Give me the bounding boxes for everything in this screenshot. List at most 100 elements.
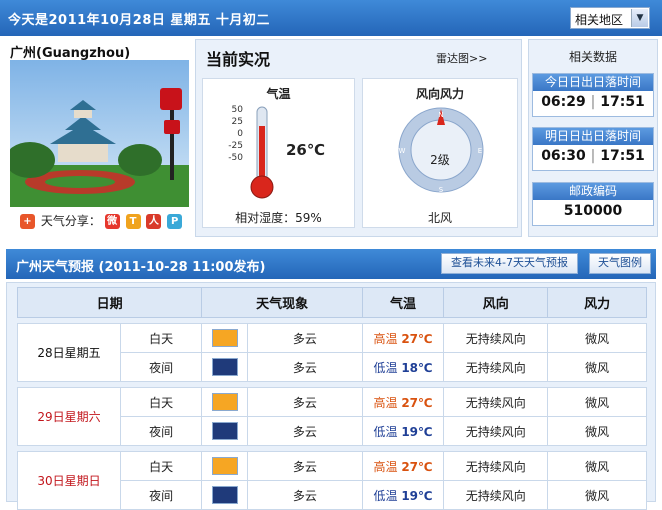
compass-n: N [438,111,443,119]
wind-dir: 无持续风向 [443,416,549,446]
wind-label: 风向风力 [415,87,464,101]
related-data-panel: 相关数据 今日日出日落时间 06:29 | 17:51 明日日出日落时间 06:… [528,39,658,237]
temp-value: 27℃ [401,331,433,346]
wind-dir: 无持续风向 [443,352,549,382]
header-wind-dir: 风向 [443,287,549,318]
sun-cloud-icon [211,457,238,475]
chevron-down-icon[interactable]: ▼ [631,9,648,27]
today-sunset: 17:51 [600,94,645,110]
header-wind-force: 风力 [547,287,647,318]
temp-label: 高温 [373,331,398,346]
thermometer-icon [250,106,274,199]
wind-force: 微风 [547,387,647,417]
period: 白天 [120,451,203,481]
weather-text: 多云 [246,387,363,417]
current-title: 当前实况 [206,50,271,69]
today-sun-box: 今日日出日落时间 06:29 | 17:51 [532,73,654,117]
wind-force: 微风 [547,323,647,353]
postcode-label: 邮政编码 [533,183,653,200]
plus-icon[interactable]: + [20,214,35,229]
postcode-value: 510000 [563,203,623,219]
region-select[interactable]: 相关地区 ▼ [570,7,650,29]
header-date: 日期 [16,287,203,318]
wind-force: 微风 [547,451,647,481]
current-date: 今天是2011年10月28日 星期五 十月初二 [8,13,270,28]
weather-icon-cell [201,451,248,481]
period: 夜间 [120,416,203,446]
forecast-panel: 日期 天气现象 气温 风向 风力 28日星期五 白天 多云 高温 27℃ 无持续… [6,282,656,510]
wind-force: 微风 [547,416,647,446]
wind-dir: 无持续风向 [443,387,549,417]
temp-value: 18℃ [401,360,433,375]
forecast-date: 29日星期六 [16,387,122,446]
region-select-value: 相关地区 [575,13,624,27]
forecast-date: 30日星期日 [16,451,122,510]
more-forecast-button[interactable]: 查看未来4-7天天气预报 [441,253,578,274]
weather-text: 多云 [246,352,363,382]
city-photo [10,60,189,207]
pengyou-icon[interactable]: P [167,214,183,229]
today-sunrise: 06:29 [541,94,586,110]
period: 白天 [120,323,203,353]
temp-label: 低温 [373,488,398,503]
wind-direction: 北风 [427,211,452,225]
tomorrow-sun-box: 明日日出日落时间 06:30 | 17:51 [532,127,654,171]
temp-label: 高温 [373,395,398,410]
share-bar: + 天气分享： 微 T 人 P [20,212,184,229]
period: 白天 [120,387,203,417]
postcode-box: 邮政编码 510000 [532,182,654,226]
weather-icon-cell [201,352,248,382]
compass-icon: N E S W [398,107,484,194]
temp-tick: 50 [231,105,243,115]
table-row: 30日星期日 白天 多云 高温 27℃ 无持续风向 微风 [16,451,647,510]
wind-dir: 无持续风向 [443,451,549,481]
temp-cell: 低温 19℃ [361,416,445,446]
related-data-title: 相关数据 [568,50,617,64]
top-bar: 今天是2011年10月28日 星期五 十月初二 相关地区 ▼ [0,0,662,36]
forecast-title: 广州天气预报 (2011-10-28 11:00发布) [16,260,266,275]
forecast-header: 广州天气预报 (2011-10-28 11:00发布) 查看未来4-7天天气预报… [6,249,656,279]
city-name: 广州(Guangzhou) [10,46,131,61]
wind-force: 微风 [547,352,647,382]
temp-label: 高温 [373,459,398,474]
weibo-icon[interactable]: 微 [104,214,120,229]
separator: | [590,148,596,164]
tomorrow-sunrise: 06:30 [541,148,586,164]
temp-tick: -50 [228,153,243,163]
temp-label: 气温 [266,87,291,101]
temp-cell: 高温 27℃ [361,451,445,481]
header-temp: 气温 [361,287,445,318]
table-row: 28日星期五 白天 多云 高温 27℃ 无持续风向 微风 [16,323,647,382]
separator: | [590,94,596,110]
table-row: 29日星期六 白天 多云 高温 27℃ 无持续风向 微风 [16,387,647,446]
temp-cell: 低温 19℃ [361,480,445,510]
tencent-icon[interactable]: T [125,214,141,229]
weather-icon-cell [201,387,248,417]
compass-s: S [439,186,444,194]
temp-tick: 0 [237,129,243,139]
temp-tick: 25 [231,117,243,127]
weather-icon-cell [201,323,248,353]
temp-value: 19℃ [401,424,433,439]
weather-text: 多云 [246,323,363,353]
renren-icon[interactable]: 人 [146,214,162,229]
weather-text: 多云 [246,416,363,446]
tomorrow-sunset: 17:51 [600,148,645,164]
forecast-table: 日期 天气现象 气温 风向 风力 28日星期五 白天 多云 高温 27℃ 无持续… [16,287,647,510]
weather-text: 多云 [246,451,363,481]
period: 夜间 [120,480,203,510]
temp-cell: 高温 27℃ [361,323,445,353]
sun-cloud-icon [211,393,238,411]
wind-force: 微风 [547,480,647,510]
radar-link[interactable]: 雷达图>> [436,50,487,66]
tomorrow-sun-label: 明日日出日落时间 [533,128,653,145]
temp-cell: 高温 27℃ [361,387,445,417]
weather-legend-button[interactable]: 天气图例 [589,253,651,274]
forecast-date: 28日星期五 [16,323,122,382]
moon-cloud-icon [211,422,238,440]
share-label: 天气分享： [40,214,101,228]
temp-tick: -25 [228,141,243,151]
temp-value: 27℃ [401,459,433,474]
weather-icon-cell [201,416,248,446]
wind-dir: 无持续风向 [443,480,549,510]
